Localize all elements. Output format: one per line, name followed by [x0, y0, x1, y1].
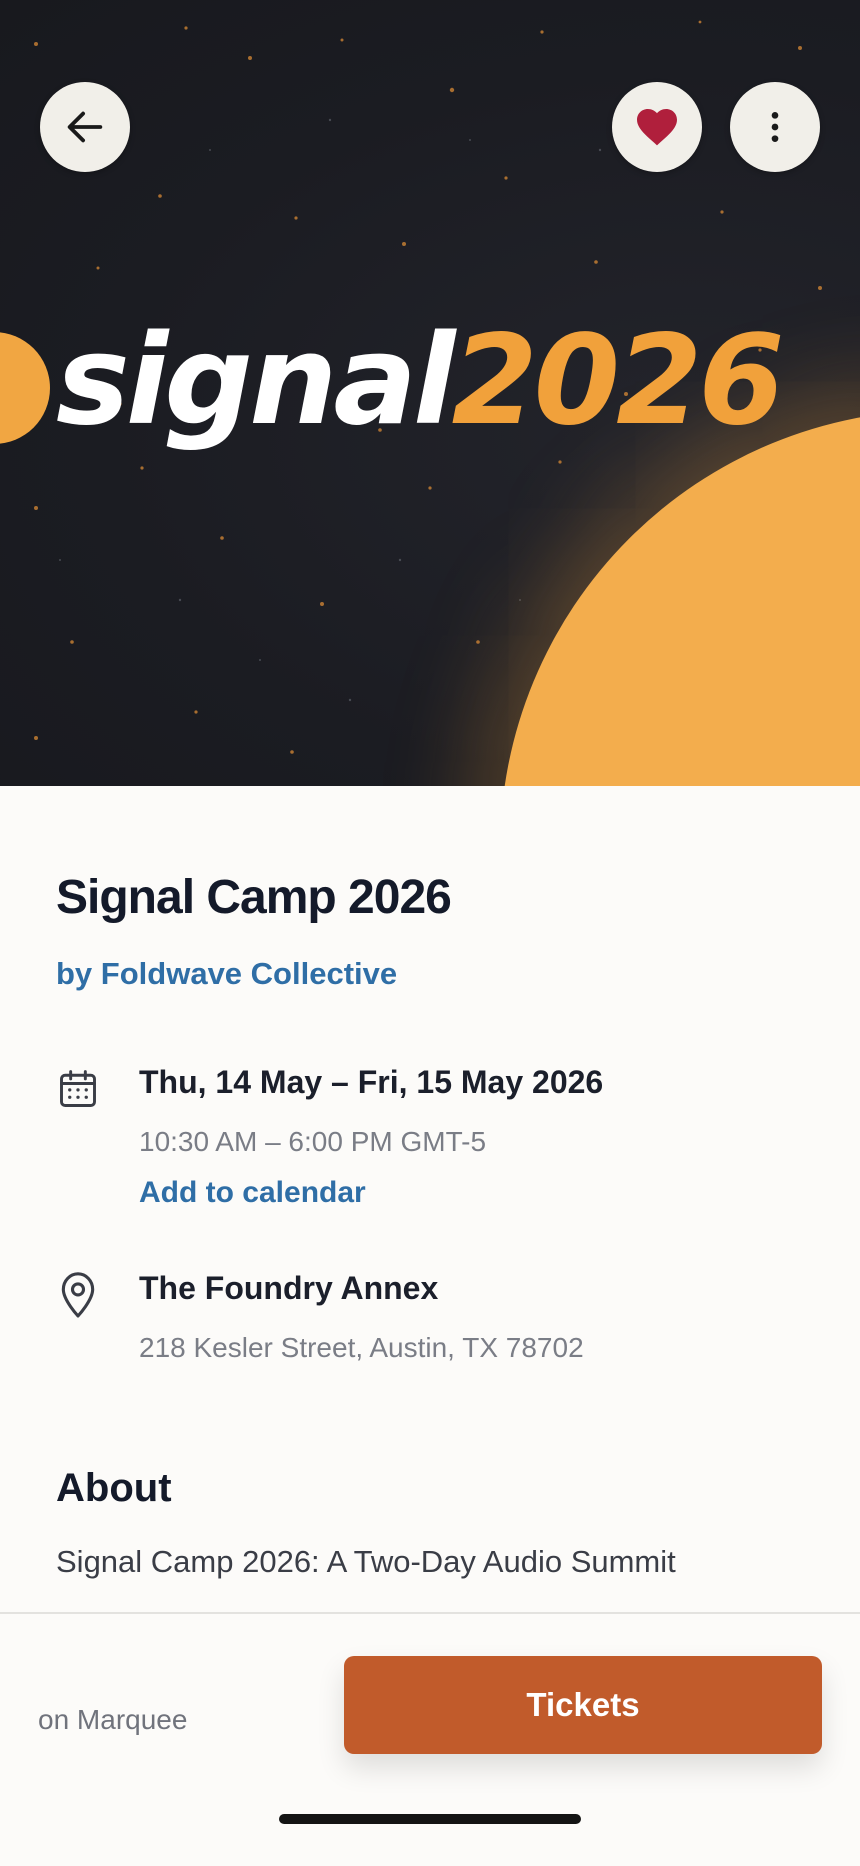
logo-year: 2026: [451, 309, 785, 453]
event-title: Signal Camp 2026: [56, 871, 452, 924]
more-vertical-icon: [771, 112, 779, 142]
more-options-button[interactable]: [730, 82, 820, 172]
about-heading: About: [56, 1466, 172, 1510]
add-to-calendar-link[interactable]: Add to calendar: [139, 1176, 366, 1210]
logo-word: signal: [56, 309, 456, 453]
venue-address: 218 Kesler Street, Austin, TX 78702: [139, 1332, 584, 1363]
back-button[interactable]: [40, 82, 130, 172]
home-indicator[interactable]: [279, 1814, 581, 1824]
map-pin-icon: [61, 1272, 95, 1318]
favorite-button[interactable]: [612, 82, 702, 172]
event-time: 10:30 AM – 6:00 PM GMT-5: [139, 1126, 487, 1157]
event-date-range: Thu, 14 May – Fri, 15 May 2026: [139, 1064, 604, 1100]
about-text: Signal Camp 2026: A Two-Day Audio Summit: [56, 1544, 676, 1579]
hero-banner: signal2026: [0, 0, 860, 786]
tickets-button[interactable]: Tickets: [344, 1656, 822, 1754]
organizer-link[interactable]: by Foldwave Collective: [56, 956, 397, 992]
calendar-icon: [60, 1070, 96, 1107]
bottom-action-bar: on Marquee Tickets: [0, 1612, 860, 1866]
venue-name: The Foundry Annex: [139, 1270, 439, 1306]
event-logo: signal2026: [56, 306, 785, 456]
arrow-left-icon: [67, 111, 103, 143]
heart-icon: [637, 109, 677, 146]
platform-label: on Marquee: [38, 1704, 188, 1735]
